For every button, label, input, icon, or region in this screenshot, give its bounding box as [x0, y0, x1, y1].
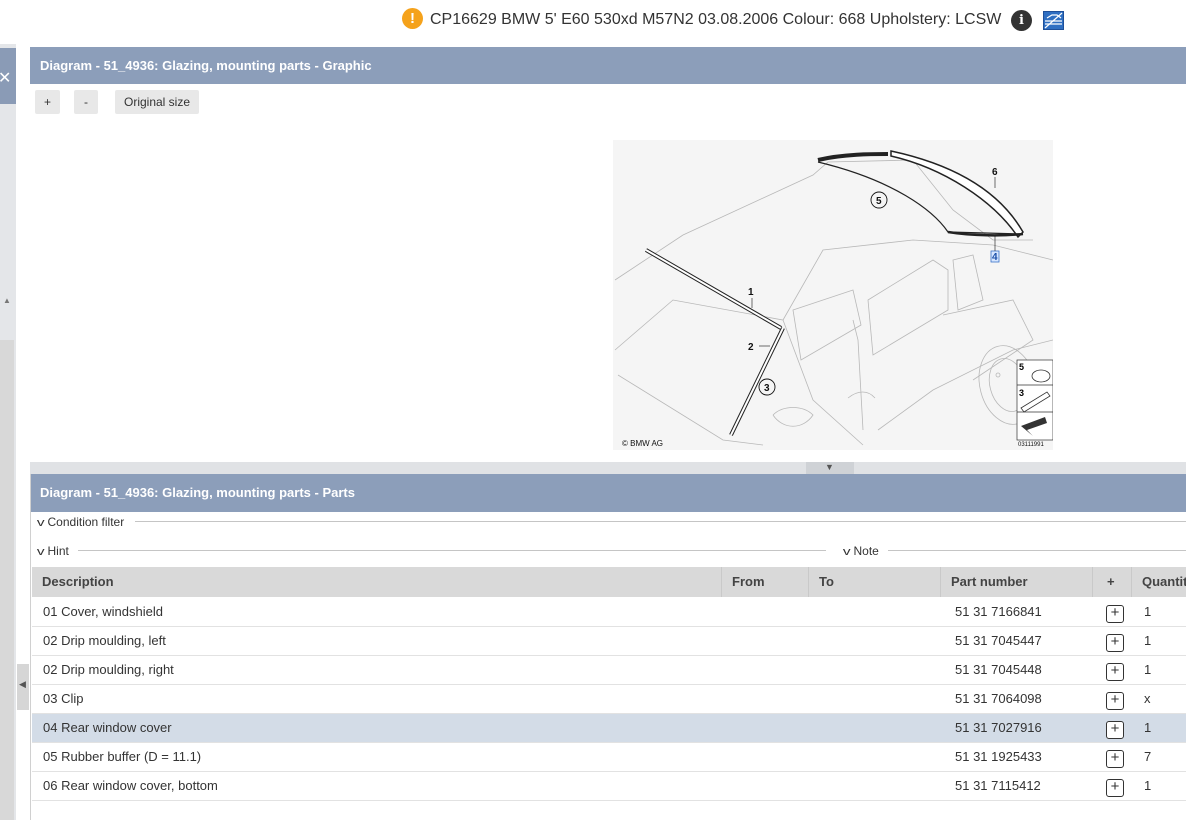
part-description: 04 Rear window cover [43, 720, 172, 735]
parts-legend-inset: 5 3 [1016, 359, 1053, 441]
sidebar-scrollbar[interactable] [0, 340, 14, 820]
part-number: 51 31 7045447 [955, 633, 1042, 648]
table-row[interactable]: 01 Cover, windshield 51 31 7166841 +1 [32, 598, 1186, 627]
part-number: 51 31 7045448 [955, 662, 1042, 677]
note-toggle[interactable]: v Note [842, 544, 879, 558]
add-to-cart-icon[interactable]: + [1106, 750, 1124, 768]
image-number-label: 03111991 [1018, 442, 1044, 448]
add-to-cart-icon[interactable]: + [1106, 663, 1124, 681]
panel-splitter[interactable]: ▼ [30, 462, 1186, 474]
copyright-label: © BMW AG [622, 439, 663, 448]
part-description: 02 Drip moulding, left [43, 633, 166, 648]
callout-5[interactable]: 5 [876, 196, 882, 207]
column-quantity[interactable]: Quantit [1132, 567, 1186, 597]
column-from[interactable]: From [722, 567, 809, 597]
hint-label: Hint [47, 544, 69, 558]
collapse-panel-handle[interactable]: ◀ [17, 664, 29, 710]
part-number: 51 31 7166841 [955, 604, 1042, 619]
add-to-cart-icon[interactable]: + [1106, 634, 1124, 652]
note-label: Note [853, 544, 879, 558]
callout-1[interactable]: 1 [748, 287, 754, 298]
part-quantity: x [1144, 691, 1151, 706]
legend-label-5: 5 [1019, 362, 1024, 372]
legend-label-3: 3 [1019, 388, 1024, 398]
sidebar-close-tab[interactable]: ✕ [0, 48, 16, 104]
table-row[interactable]: 06 Rear window cover, bottom 51 31 711541… [32, 772, 1186, 801]
callout-4[interactable]: 4 [992, 252, 998, 263]
add-to-cart-icon[interactable]: + [1106, 692, 1124, 710]
condition-filter-toggle[interactable]: v Condition filter [36, 515, 125, 529]
column-add[interactable]: + [1093, 567, 1132, 597]
callout-3[interactable]: 3 [764, 383, 770, 394]
callout-2[interactable]: 2 [748, 342, 754, 353]
part-number: 51 31 7064098 [955, 691, 1042, 706]
part-description: 01 Cover, windshield [43, 604, 163, 619]
add-to-cart-icon[interactable]: + [1106, 721, 1124, 739]
warning-icon[interactable]: ! [402, 8, 423, 29]
app-root: ! CP16629 BMW 5' E60 530xd M57N2 03.08.2… [0, 0, 1186, 820]
callout-6[interactable]: 6 [992, 167, 998, 178]
part-quantity: 1 [1144, 604, 1152, 619]
scroll-up-arrow-icon[interactable]: ▲ [3, 296, 11, 305]
parts-diagram[interactable]: 1 2 3 4 5 6 5 3 © BMW AG 03111991 [613, 140, 1053, 450]
chevron-down-icon: v [842, 546, 851, 558]
part-quantity: 7 [1144, 749, 1152, 764]
info-icon[interactable]: i [1011, 10, 1032, 31]
chevron-down-icon: v [36, 517, 45, 529]
divider [78, 550, 826, 551]
zoom-out-button[interactable]: - [74, 90, 98, 114]
splitter-grip[interactable]: ▼ [806, 462, 854, 474]
condition-filter-label: Condition filter [47, 515, 125, 529]
table-row[interactable]: 02 Drip moulding, left 51 31 7045447 +1 [32, 627, 1186, 656]
vehicle-data-icon[interactable] [1043, 11, 1064, 30]
part-description: 02 Drip moulding, right [43, 662, 174, 677]
divider [135, 521, 1186, 522]
left-sidebar-collapsed: ✕ ▲ [0, 44, 16, 820]
hint-toggle[interactable]: v Hint [36, 544, 69, 558]
add-to-cart-icon[interactable]: + [1106, 779, 1124, 797]
graphic-panel-header: Diagram - 51_4936: Glazing, mounting par… [30, 47, 1186, 85]
chevron-down-icon: ▼ [825, 462, 834, 472]
part-quantity: 1 [1144, 633, 1152, 648]
column-part-number[interactable]: Part number [941, 567, 1093, 597]
table-row[interactable]: 02 Drip moulding, right 51 31 7045448 +1 [32, 656, 1186, 685]
close-icon[interactable]: ✕ [0, 68, 11, 88]
part-quantity: 1 [1144, 778, 1152, 793]
part-number: 51 31 7115412 [955, 778, 1041, 793]
table-row[interactable]: 05 Rubber buffer (D = 11.1) 51 31 1925433… [32, 743, 1186, 772]
vehicle-header: ! CP16629 BMW 5' E60 530xd M57N2 03.08.2… [0, 0, 1186, 44]
zoom-in-button[interactable]: + [35, 90, 60, 114]
part-number: 51 31 7027916 [955, 720, 1042, 735]
add-to-cart-icon[interactable]: + [1106, 605, 1124, 623]
part-quantity: 1 [1144, 662, 1152, 677]
part-description: 05 Rubber buffer (D = 11.1) [43, 749, 202, 764]
chevron-down-icon: v [36, 546, 45, 558]
part-description: 03 Clip [43, 691, 84, 706]
part-quantity: 1 [1144, 720, 1152, 735]
parts-table-header: Description From To Part number + Quanti… [32, 567, 1186, 597]
column-to[interactable]: To [809, 567, 941, 597]
column-description[interactable]: Description [32, 567, 722, 597]
table-row[interactable]: 04 Rear window cover 51 31 7027916 +1 [32, 714, 1186, 743]
table-row[interactable]: 03 Clip 51 31 7064098 + x [32, 685, 1186, 714]
chevron-left-icon: ◀ [19, 679, 26, 689]
divider [888, 550, 1186, 551]
vehicle-description: CP16629 BMW 5' E60 530xd M57N2 03.08.200… [430, 11, 1002, 28]
parts-panel-header: Diagram - 51_4936: Glazing, mounting par… [30, 474, 1186, 512]
parts-panel-border [30, 474, 31, 820]
part-description: 06 Rear window cover, bottom [43, 778, 218, 793]
original-size-button[interactable]: Original size [115, 90, 199, 114]
part-number: 51 31 1925433 [955, 749, 1042, 764]
